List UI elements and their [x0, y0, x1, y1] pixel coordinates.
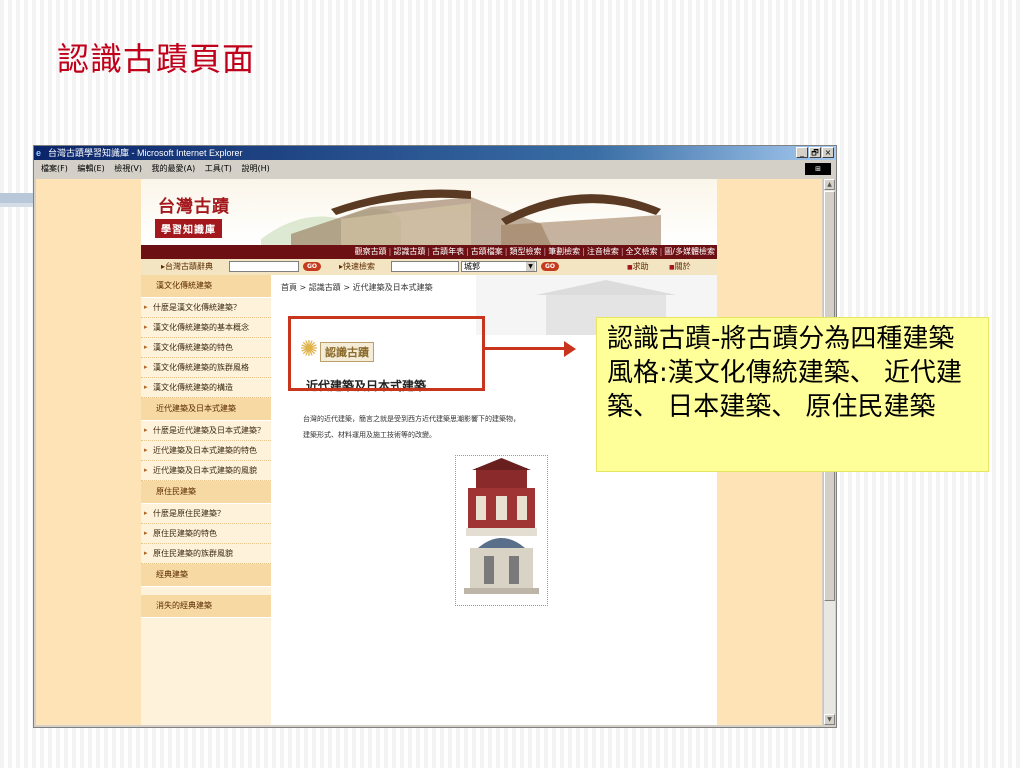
- quick-search-label: ▸快速檢索: [339, 262, 376, 271]
- dictionary-input[interactable]: [229, 261, 299, 272]
- nav-fulltext-search[interactable]: 全文檢索: [624, 247, 660, 256]
- nav-learn[interactable]: 認識古蹟: [391, 247, 427, 256]
- menu-bar: 檔案(F) 編輯(E) 檢視(V) 我的最愛(A) 工具(T) 說明(H) ⊞: [34, 161, 836, 177]
- sidebar-heading-classic[interactable]: 經典建築: [141, 564, 271, 587]
- sidebar-item[interactable]: 漢文化傳統建築的構造: [141, 378, 271, 398]
- nav-archive[interactable]: 古蹟檔案: [469, 247, 505, 256]
- article-body: 台灣的近代建築，簡言之就是受到西方近代建築思潮影響下的建築物， 建築形式、材料運…: [303, 415, 520, 439]
- window-controls: _ 🗗 ×: [796, 147, 834, 158]
- site-logo[interactable]: 台灣古蹟: [158, 192, 230, 217]
- decorative-bar: [0, 193, 34, 203]
- menu-edit[interactable]: 編輯(E): [77, 164, 104, 173]
- close-button[interactable]: ×: [822, 147, 834, 158]
- sidebar-heading-han[interactable]: 漢文化傳統建築: [141, 275, 271, 298]
- sidebar-item[interactable]: 什麼是原住民建築？: [141, 504, 271, 524]
- restore-button[interactable]: 🗗: [809, 147, 821, 158]
- quick-search-input[interactable]: [391, 261, 459, 272]
- help-link[interactable]: ■求助: [627, 259, 649, 276]
- slide-title: 認識古蹟頁面: [57, 40, 256, 78]
- window-titlebar[interactable]: e 台灣古蹟學習知識庫 - Microsoft Internet Explore…: [34, 146, 836, 160]
- callout-text: 認識古蹟-將古蹟分為四種建築風格:漢文化傳統建築、 近代建築、 日本建築、 原住…: [607, 324, 963, 422]
- menu-view[interactable]: 檢視(V): [114, 164, 142, 173]
- breadcrumb[interactable]: 首頁 > 認識古蹟 > 近代建築及日本式建築: [281, 282, 433, 293]
- nav-observe[interactable]: 觀察古蹟: [353, 247, 389, 256]
- menu-tools[interactable]: 工具(T): [205, 164, 232, 173]
- nav-media-search[interactable]: 圖/多媒體檢索: [662, 247, 717, 256]
- sidebar-item[interactable]: 什麼是漢文化傳統建築？: [141, 298, 271, 318]
- nav-stroke-search[interactable]: 筆劃檢索: [546, 247, 582, 256]
- sidebar-item[interactable]: 近代建築及日本式建築的風貌: [141, 461, 271, 481]
- window-title: 台灣古蹟學習知識庫 - Microsoft Internet Explorer: [48, 148, 243, 158]
- callout-arrow: [485, 347, 565, 350]
- chevron-down-icon: ▼: [526, 262, 535, 271]
- menu-file[interactable]: 檔案(F): [41, 164, 68, 173]
- minimize-button[interactable]: _: [796, 147, 808, 158]
- menu-help[interactable]: 說明(H): [241, 164, 269, 173]
- arrow-head-icon: [564, 341, 576, 357]
- site-logo-subtitle: 學習知識庫: [155, 219, 222, 238]
- sidebar-item[interactable]: 近代建築及日本式建築的特色: [141, 441, 271, 461]
- scroll-up-icon[interactable]: ▲: [824, 179, 835, 190]
- sidebar-item[interactable]: 原住民建築的特色: [141, 524, 271, 544]
- city-select[interactable]: 城郭 ▼: [461, 261, 537, 272]
- sidebar-heading-indigenous[interactable]: 原住民建築: [141, 481, 271, 504]
- sidebar-heading-modern[interactable]: 近代建築及日本式建築: [141, 398, 271, 421]
- sidebar-item[interactable]: 什麼是近代建築及日本式建築？: [141, 421, 271, 441]
- nav-phonetic-search[interactable]: 注音檢索: [585, 247, 621, 256]
- building-photo: [455, 455, 548, 606]
- site-banner: 台灣古蹟 學習知識庫: [141, 179, 717, 245]
- quick-search-go-button[interactable]: GO: [541, 262, 559, 271]
- sidebar-item[interactable]: 漢文化傳統建築的基本概念: [141, 318, 271, 338]
- callout-box: 認識古蹟-將古蹟分為四種建築風格:漢文化傳統建築、 近代建築、 日本建築、 原住…: [596, 317, 989, 472]
- dictionary-label: ▸台灣古蹟辭典: [161, 262, 214, 271]
- highlight-box: [288, 316, 485, 391]
- sidebar-heading-lost[interactable]: 消失的經典建築: [141, 595, 271, 618]
- sidebar-item[interactable]: 漢文化傳統建築的族群風格: [141, 358, 271, 378]
- windows-logo-icon: ⊞: [805, 163, 831, 175]
- dictionary-go-button[interactable]: GO: [303, 262, 321, 271]
- sidebar: 漢文化傳統建築 什麼是漢文化傳統建築？ 漢文化傳統建築的基本概念 漢文化傳統建築…: [141, 275, 271, 725]
- red-brick-building-image: [464, 458, 539, 594]
- about-link[interactable]: ■關於: [669, 259, 691, 276]
- scroll-down-icon[interactable]: ▼: [824, 714, 835, 725]
- site-nav: 觀察古蹟 | 認識古蹟 | 古蹟年表 | 古蹟檔案 | 類型檢索 | 筆劃檢索 | 注音檢索 | 全文檢索 |…: [141, 245, 717, 259]
- sidebar-item[interactable]: 漢文化傳統建築的特色: [141, 338, 271, 358]
- decorative-bar: [0, 203, 34, 207]
- menu-favorites[interactable]: 我的最愛(A): [152, 164, 196, 173]
- search-bar: ▸台灣古蹟辭典 GO ▸快速檢索 城郭 ▼ GO ■求助 ■關於: [141, 259, 717, 275]
- nav-timeline[interactable]: 古蹟年表: [430, 247, 466, 256]
- nav-type-search[interactable]: 類型檢索: [507, 247, 543, 256]
- sidebar-item[interactable]: 原住民建築的族群風貌: [141, 544, 271, 564]
- ie-icon: e: [36, 148, 42, 158]
